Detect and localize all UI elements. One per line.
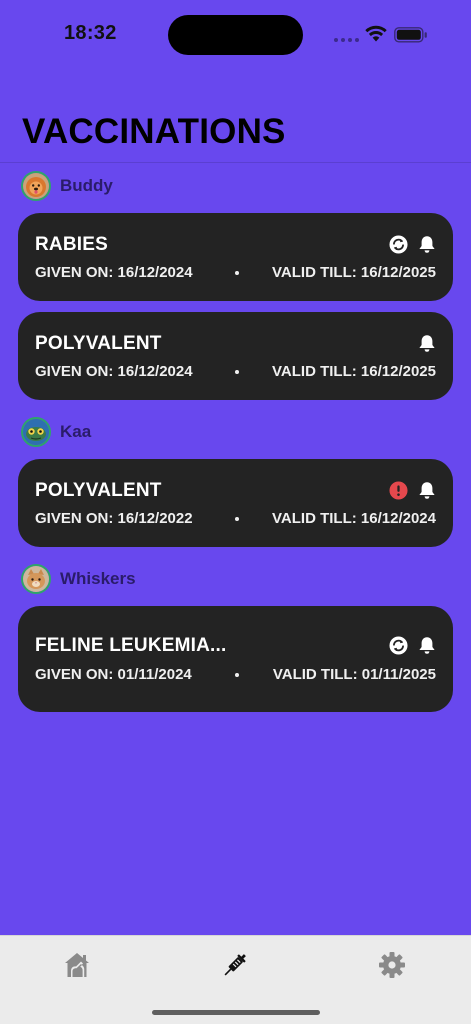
dynamic-island bbox=[168, 15, 303, 55]
meta-separator bbox=[235, 516, 240, 521]
status-time: 18:32 bbox=[64, 22, 117, 44]
snake-avatar-icon bbox=[21, 417, 51, 447]
home-indicator bbox=[152, 1010, 320, 1015]
vaccine-name: FELINE LEUKEMIA... bbox=[35, 635, 227, 656]
pet-header-kaa[interactable]: Kaa bbox=[21, 415, 91, 449]
title-divider bbox=[0, 162, 471, 163]
expired-alert-icon[interactable] bbox=[388, 480, 408, 500]
pet-name: Whiskers bbox=[60, 569, 136, 588]
page-title: VACCINATIONS bbox=[22, 112, 286, 151]
pet-name: Buddy bbox=[60, 176, 113, 195]
syringe-icon bbox=[224, 954, 246, 976]
given-on-date: GIVEN ON: 16/12/2024 bbox=[35, 363, 193, 380]
recurring-icon[interactable] bbox=[388, 234, 408, 254]
gear-icon bbox=[379, 952, 405, 978]
bell-icon[interactable] bbox=[417, 635, 437, 655]
vaccine-name: POLYVALENT bbox=[35, 333, 162, 354]
vaccine-name: POLYVALENT bbox=[35, 480, 162, 501]
recurring-icon[interactable] bbox=[388, 635, 408, 655]
pet-header-buddy[interactable]: Buddy bbox=[21, 169, 113, 203]
tab-settings[interactable] bbox=[375, 948, 409, 982]
pet-house-icon bbox=[65, 953, 89, 977]
meta-separator bbox=[235, 672, 240, 677]
battery-icon bbox=[394, 27, 428, 48]
pet-name: Kaa bbox=[60, 422, 92, 441]
bell-icon[interactable] bbox=[417, 333, 437, 353]
pet-header-whiskers[interactable]: Whiskers bbox=[21, 562, 136, 596]
meta-separator bbox=[235, 369, 240, 374]
vaccine-card-polyvalent-kaa[interactable]: POLYVALENT GIVEN ON: 16/12/2022 VALID TI… bbox=[18, 459, 453, 547]
wifi-icon bbox=[365, 25, 387, 47]
valid-till-date: VALID TILL: 16/12/2024 bbox=[272, 510, 436, 527]
valid-till-date: VALID TILL: 16/12/2025 bbox=[272, 363, 436, 380]
given-on-date: GIVEN ON: 16/12/2022 bbox=[35, 510, 193, 527]
vaccine-card-polyvalent[interactable]: POLYVALENT GIVEN ON: 16/12/2024 VALID TI… bbox=[18, 312, 453, 400]
vaccine-card-feline-leukemia[interactable]: FELINE LEUKEMIA... GIVEN ON: 01/11/2024 … bbox=[18, 606, 453, 712]
dog-avatar-icon bbox=[21, 171, 51, 201]
valid-till-date: VALID TILL: 16/12/2025 bbox=[272, 264, 436, 281]
vaccine-card-rabies[interactable]: RABIES GIVEN ON: 16/12/2024 VALID TILL: … bbox=[18, 213, 453, 301]
valid-till-date: VALID TILL: 01/11/2025 bbox=[272, 666, 436, 683]
vaccine-name: RABIES bbox=[35, 234, 108, 255]
bell-icon[interactable] bbox=[417, 234, 437, 254]
meta-separator bbox=[235, 270, 240, 275]
cellular-signal-icon bbox=[334, 38, 359, 42]
status-bar: 18:32 bbox=[0, 0, 471, 70]
tab-pets[interactable] bbox=[61, 948, 95, 982]
tab-vaccinations[interactable] bbox=[218, 948, 252, 982]
cat-avatar-icon bbox=[21, 564, 51, 594]
bell-icon[interactable] bbox=[417, 480, 437, 500]
given-on-date: GIVEN ON: 01/11/2024 bbox=[35, 666, 192, 683]
given-on-date: GIVEN ON: 16/12/2024 bbox=[35, 264, 193, 281]
